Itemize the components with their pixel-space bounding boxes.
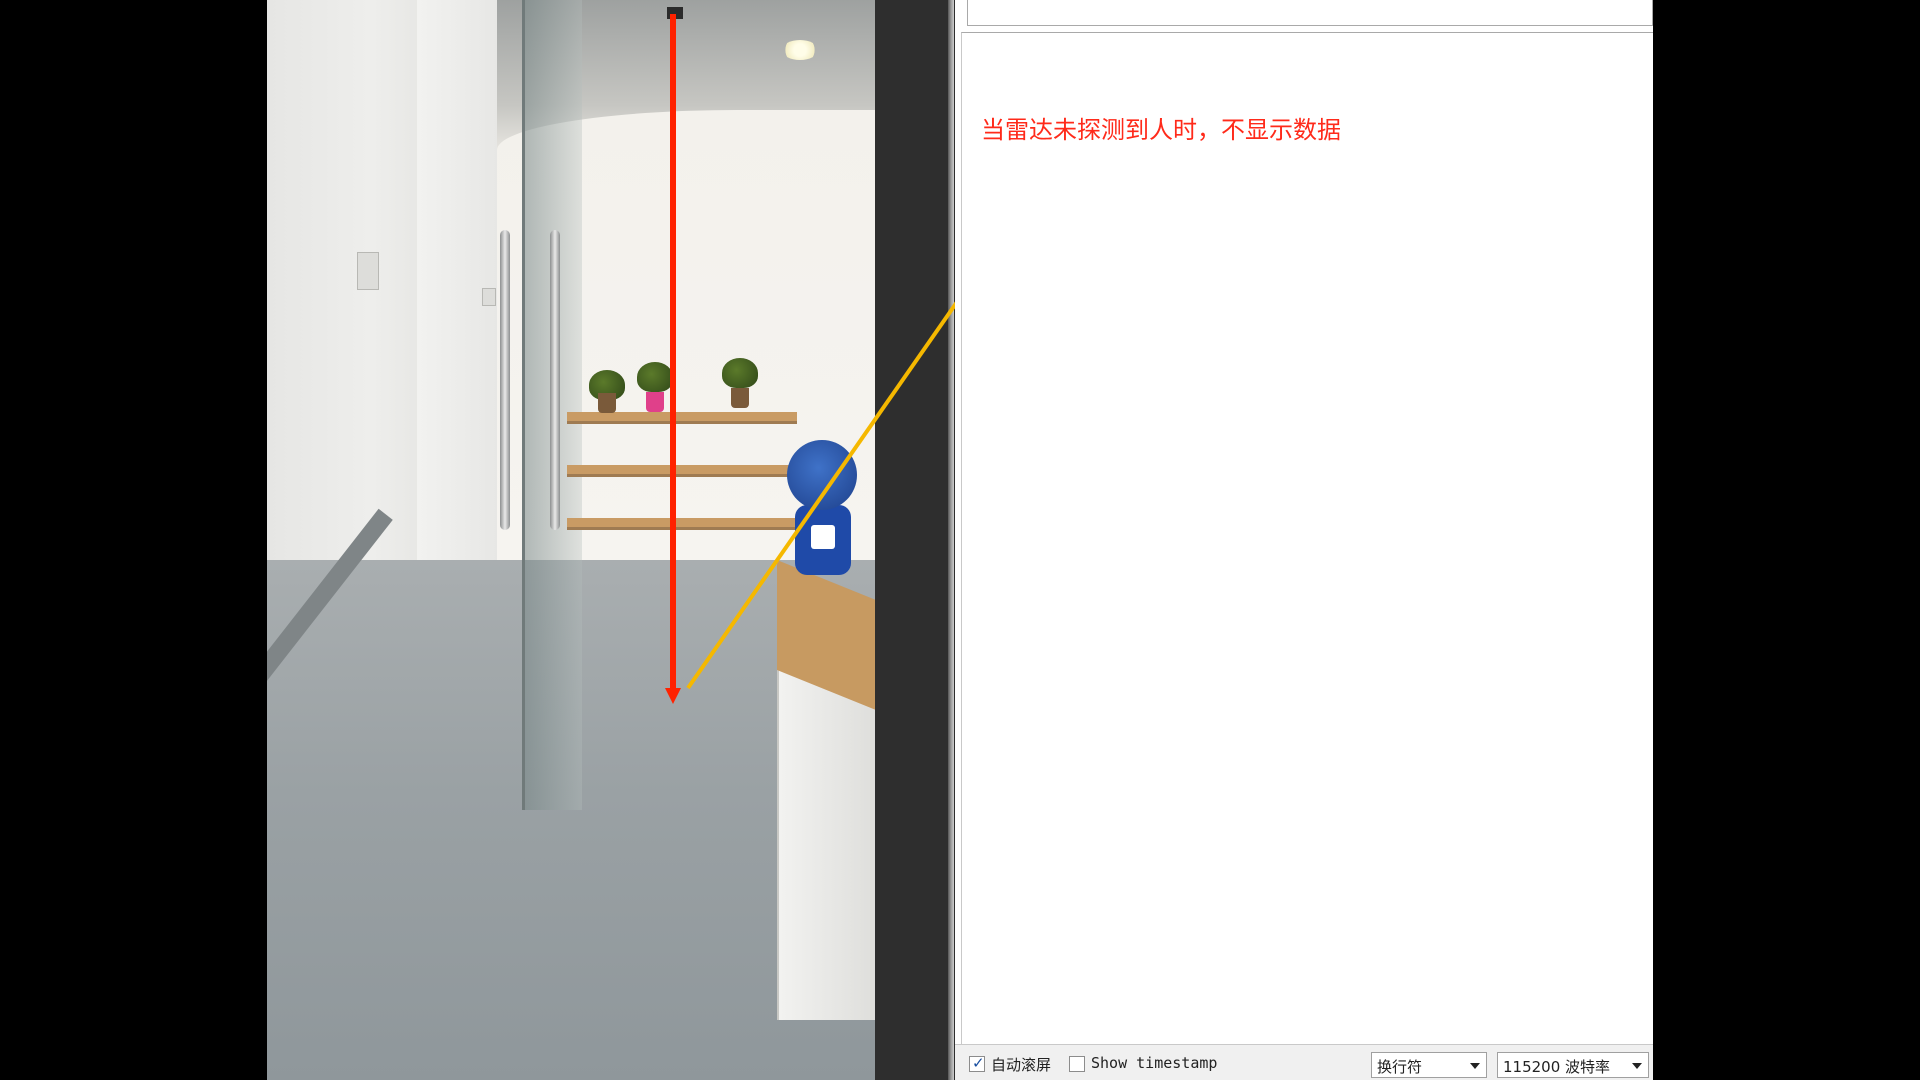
status-bar: ✓ 自动滚屏 Show timestamp 换行符 115200 波特率 <box>955 1044 1653 1080</box>
annotation-note: 当雷达未探测到人时，不显示数据 <box>981 116 1341 144</box>
autoscroll-checkbox[interactable]: ✓ <box>969 1054 985 1072</box>
line-ending-select[interactable]: 换行符 <box>1371 1052 1487 1078</box>
letterbox-right <box>1653 0 1920 1080</box>
serial-monitor-window: 当雷达未探测到人时，不显示数据 ✓ 自动滚屏 Show timestamp 换行… <box>955 0 1653 1080</box>
timestamp-checkbox[interactable] <box>1069 1056 1085 1072</box>
chevron-down-icon <box>1470 1063 1480 1069</box>
timestamp-label[interactable]: Show timestamp <box>1091 1054 1217 1072</box>
chevron-down-icon <box>1632 1063 1642 1069</box>
baud-rate-select[interactable]: 115200 波特率 <box>1497 1052 1649 1078</box>
check-icon: ✓ <box>972 1054 985 1072</box>
baud-rate-value: 115200 波特率 <box>1503 1058 1611 1076</box>
line-ending-value: 换行符 <box>1377 1058 1423 1076</box>
send-input[interactable] <box>967 0 1653 26</box>
autoscroll-label[interactable]: 自动滚屏 <box>991 1054 1051 1075</box>
serial-output-area[interactable] <box>961 32 1653 1044</box>
